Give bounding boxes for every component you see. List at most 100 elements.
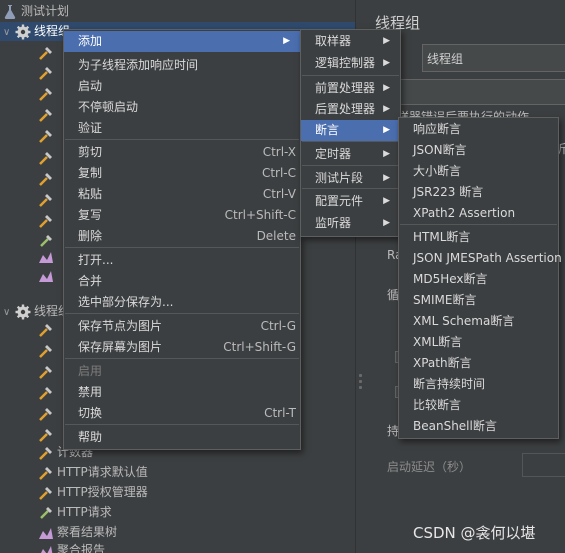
menu-item-duplicate[interactable]: 复写 Ctrl+Shift-C: [64, 205, 300, 226]
tree-node-http-request[interactable]: HTTP请求: [38, 503, 112, 522]
submenu-item-smime-assertion[interactable]: SMIME断言: [399, 290, 558, 311]
tree-node-label: 察看结果树: [57, 525, 118, 539]
menu-item-help[interactable]: 帮助: [64, 427, 300, 448]
submenu-item-xpath2-assertion[interactable]: XPath2 Assertion: [399, 203, 558, 224]
chevron-down-icon[interactable]: ∨: [3, 303, 15, 322]
menu-item-label: XML断言: [413, 335, 463, 349]
menu-item-toggle[interactable]: 切换 Ctrl-T: [64, 403, 300, 424]
menu-item-disable[interactable]: 禁用: [64, 382, 300, 403]
tree-node-thread-group-2[interactable]: ∨ 线程组: [0, 302, 70, 321]
menu-item-delete[interactable]: 删除 Delete: [64, 226, 300, 247]
menu-item-label: 删除: [78, 229, 103, 243]
menu-item-save-node-as-image[interactable]: 保存节点为图片 Ctrl-G: [64, 316, 300, 337]
menu-item-shortcut: Delete: [256, 229, 296, 243]
tree-node-element[interactable]: [38, 211, 57, 230]
submenu-arrow-icon: ▶: [383, 149, 390, 159]
submenu-item-duration-assertion[interactable]: 断言持续时间: [399, 374, 558, 395]
menu-item-label: 逻辑控制器: [315, 56, 376, 70]
menu-item-label: 验证: [78, 121, 103, 135]
submenu-item-compare-assertion[interactable]: 比较断言: [399, 395, 558, 416]
tree-node-element[interactable]: [38, 169, 57, 188]
tree-node-element[interactable]: [38, 341, 57, 360]
submenu-item-xml-assertion[interactable]: XML断言: [399, 332, 558, 353]
startup-delay-field[interactable]: [522, 453, 565, 477]
menu-item-label: XPath断言: [413, 356, 472, 370]
submenu-item-config-element[interactable]: 配置元件 ▶: [301, 191, 400, 212]
menu-item-label: 保存屏幕为图片: [78, 340, 163, 354]
chart-icon: [38, 525, 54, 541]
submenu-item-post-processor[interactable]: 后置处理器 ▶: [301, 99, 400, 120]
menu-item-add[interactable]: 添加 ▶: [64, 31, 300, 52]
menu-item-save-selection-as[interactable]: 选中部分保存为...: [64, 292, 300, 313]
menu-item-start-no-pause[interactable]: 不停顿启动: [64, 97, 300, 118]
tree-node-listener[interactable]: [38, 247, 57, 266]
submenu-item-size-assertion[interactable]: 大小断言: [399, 161, 558, 182]
tree-node-element[interactable]: [38, 126, 57, 145]
menu-item-label: 帮助: [78, 430, 103, 444]
tree-node-element[interactable]: [38, 404, 57, 423]
submenu-item-sampler[interactable]: 取样器 ▶: [301, 31, 400, 52]
chevron-down-icon[interactable]: ∨: [3, 23, 15, 42]
submenu-item-response-assertion[interactable]: 响应断言: [399, 119, 558, 140]
menu-item-label: 断言: [315, 123, 340, 137]
tree-node-element[interactable]: [38, 362, 57, 381]
menu-separator: [400, 224, 557, 225]
menu-item-open[interactable]: 打开...: [64, 250, 300, 271]
tree-node-aggregate-report[interactable]: 聚合报告: [38, 541, 105, 553]
submenu-item-logic-controller[interactable]: 逻辑控制器 ▶: [301, 53, 400, 74]
menu-item-label: SMIME断言: [413, 293, 477, 307]
submenu-item-html-assertion[interactable]: HTML断言: [399, 227, 558, 248]
menu-item-label: 切换: [78, 406, 103, 420]
submenu-arrow-icon: ▶: [383, 173, 390, 183]
name-field[interactable]: 线程组: [422, 44, 565, 72]
tree-node-element[interactable]: [38, 383, 57, 402]
name-field-value: 线程组: [427, 52, 464, 66]
submenu-item-listener[interactable]: 监听器 ▶: [301, 213, 400, 234]
tree-node-element[interactable]: [38, 190, 57, 209]
tree-node-http-defaults[interactable]: HTTP请求默认值: [38, 463, 148, 482]
submenu-item-xpath-assertion[interactable]: XPath断言: [399, 353, 558, 374]
submenu-item-json-jmespath-assertion[interactable]: JSON JMESPath Assertion: [399, 248, 562, 269]
menu-item-label: 选中部分保存为...: [78, 295, 174, 309]
tree-node-element[interactable]: [38, 425, 57, 444]
menu-item-start[interactable]: 启动: [64, 76, 300, 97]
menu-item-copy[interactable]: 复制 Ctrl-C: [64, 163, 300, 184]
menu-item-merge[interactable]: 合并: [64, 271, 300, 292]
submenu-arrow-icon: ▶: [383, 83, 390, 93]
menu-item-cut[interactable]: 剪切 Ctrl-X: [64, 142, 300, 163]
submenu-item-xml-schema-assertion[interactable]: XML Schema断言: [399, 311, 558, 332]
submenu-item-assertion[interactable]: 断言 ▶: [301, 120, 400, 141]
menu-item-validate[interactable]: 验证: [64, 118, 300, 139]
tree-node-listener[interactable]: [38, 266, 57, 285]
submenu-item-test-fragment[interactable]: 测试片段 ▶: [301, 168, 400, 189]
wrench-icon: [38, 213, 54, 229]
submenu-item-md5hex-assertion[interactable]: MD5Hex断言: [399, 269, 558, 290]
tree-node-element[interactable]: [38, 63, 57, 82]
tree-node-element[interactable]: [38, 84, 57, 103]
tree-node-element[interactable]: [38, 148, 57, 167]
menu-separator: [302, 188, 399, 189]
submenu-item-beanshell-assertion[interactable]: BeanShell断言: [399, 416, 558, 437]
submenu-item-timer[interactable]: 定时器 ▶: [301, 144, 400, 165]
menu-item-paste[interactable]: 粘贴 Ctrl-V: [64, 184, 300, 205]
comment-field[interactable]: [392, 79, 565, 105]
gear-icon: [15, 304, 31, 320]
tree-node-view-results-tree[interactable]: 察看结果树: [38, 523, 117, 542]
menu-item-label: JSON JMESPath Assertion: [413, 251, 562, 265]
submenu-item-pre-processor[interactable]: 前置处理器 ▶: [301, 78, 400, 99]
context-menu: 添加 ▶ 为子线程添加响应时间 启动 不停顿启动验证剪切 Ctrl-X 复制 Ctrl-C 粘贴…: [63, 29, 301, 450]
tree-node-element[interactable]: [38, 320, 57, 339]
tree-node-element[interactable]: [38, 105, 57, 124]
menu-item-save-screen-as-image[interactable]: 保存屏幕为图片 Ctrl+Shift-G: [64, 337, 300, 358]
wrench-icon: [38, 465, 54, 481]
tree-node-test-plan[interactable]: 测试计划: [2, 2, 69, 21]
submenu-arrow-icon: ▶: [383, 218, 390, 228]
menu-item-label: 后置处理器: [315, 102, 376, 116]
wrench-icon: [38, 128, 54, 144]
tree-node-http-auth-manager[interactable]: HTTP授权管理器: [38, 483, 148, 502]
tree-node-element[interactable]: [38, 43, 57, 62]
menu-item-add-response-time[interactable]: 为子线程添加响应时间: [64, 55, 300, 76]
submenu-arrow-icon: ▶: [383, 58, 390, 68]
submenu-item-json-assertion[interactable]: JSON断言: [399, 140, 558, 161]
submenu-item-jsr223-assertion[interactable]: JSR223 断言: [399, 182, 558, 203]
